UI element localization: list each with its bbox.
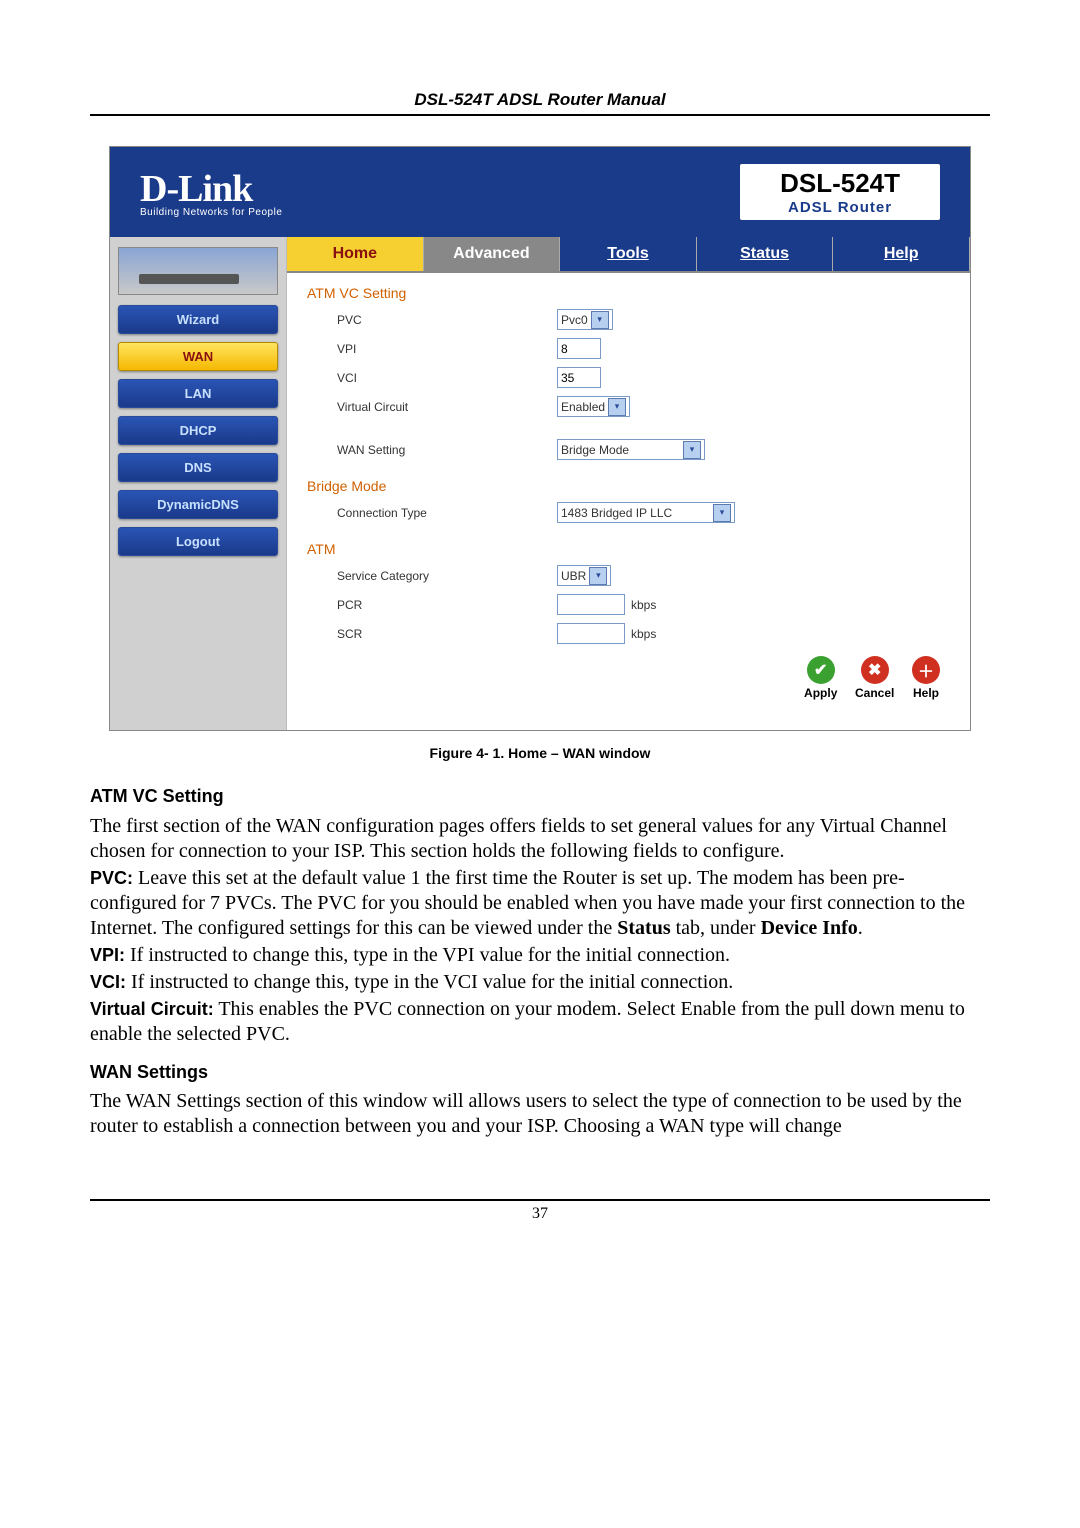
text: If instructed to change this, type in th… (125, 944, 730, 966)
text: This enables the PVC connection on your … (90, 998, 965, 1045)
sidebar-item-dynamicdns[interactable]: DynamicDNS (118, 490, 278, 519)
vpi-label: VPI (337, 342, 557, 356)
action-bar: ✔ Apply ✖ Cancel ＋ Help (287, 652, 970, 710)
paragraph: PVC: Leave this set at the default value… (90, 866, 990, 941)
sidebar-item-logout[interactable]: Logout (118, 527, 278, 556)
wan-setting-select[interactable]: Bridge Mode ▾ (557, 439, 705, 460)
pcr-unit: kbps (631, 598, 656, 612)
service-category-select[interactable]: UBR ▾ (557, 565, 611, 586)
virtual-circuit-select[interactable]: Enabled ▾ (557, 396, 630, 417)
virtual-circuit-value: Enabled (561, 400, 605, 414)
apply-label: Apply (804, 686, 837, 700)
document-header: DSL-524T ADSL Router Manual (90, 90, 990, 116)
pcr-input[interactable] (557, 594, 625, 615)
sidebar-item-dhcp[interactable]: DHCP (118, 416, 278, 445)
dlink-logo: D-Link (140, 167, 282, 211)
sidebar: Wizard WAN LAN DHCP DNS DynamicDNS Logou… (110, 237, 286, 730)
status-term: Status (617, 917, 670, 939)
text: tab, under (671, 917, 761, 939)
scr-label: SCR (337, 627, 557, 641)
document-body: ATM VC Setting The first section of the … (90, 785, 990, 1139)
content-panel: Home Advanced Tools Status Help ATM VC S… (286, 237, 970, 730)
pvc-label: PVC (337, 313, 557, 327)
cancel-button[interactable]: ✖ Cancel (855, 656, 894, 700)
brand-tagline: Building Networks for People (140, 207, 282, 218)
device-image (118, 247, 278, 295)
vci-label: VCI (337, 371, 557, 385)
plus-icon: ＋ (912, 656, 940, 684)
scr-input[interactable] (557, 623, 625, 644)
sidebar-item-dns[interactable]: DNS (118, 453, 278, 482)
chevron-down-icon: ▾ (589, 567, 607, 585)
connection-type-label: Connection Type (337, 506, 557, 520)
page-footer: 37 (90, 1199, 990, 1223)
paragraph: The first section of the WAN configurati… (90, 814, 990, 864)
pcr-label: PCR (337, 598, 557, 612)
help-label: Help (913, 686, 939, 700)
paragraph: VCI: If instructed to change this, type … (90, 970, 990, 995)
chevron-down-icon: ▾ (683, 441, 701, 459)
chevron-down-icon: ▾ (591, 311, 609, 329)
tab-home[interactable]: Home (287, 237, 424, 271)
connection-type-select[interactable]: 1483 Bridged IP LLC ▾ (557, 502, 735, 523)
sidebar-item-lan[interactable]: LAN (118, 379, 278, 408)
figure-caption: Figure 4- 1. Home – WAN window (90, 745, 990, 761)
connection-type-value: 1483 Bridged IP LLC (561, 506, 672, 520)
router-admin-screenshot: D-Link Building Networks for People DSL-… (109, 146, 971, 731)
cancel-label: Cancel (855, 686, 894, 700)
model-badge: DSL-524T ADSL Router (740, 164, 940, 220)
heading-wan-settings: WAN Settings (90, 1061, 990, 1084)
pvc-term: PVC: (90, 868, 133, 888)
vpi-input[interactable] (557, 338, 601, 359)
check-icon: ✔ (807, 656, 835, 684)
vpi-term: VPI: (90, 945, 125, 965)
sidebar-item-wizard[interactable]: Wizard (118, 305, 278, 334)
help-button[interactable]: ＋ Help (912, 656, 940, 700)
vci-input[interactable] (557, 367, 601, 388)
apply-button[interactable]: ✔ Apply (804, 656, 837, 700)
section-atm-title: ATM (307, 541, 950, 557)
brand-bar: D-Link Building Networks for People DSL-… (110, 147, 970, 237)
tab-help[interactable]: Help (833, 237, 970, 271)
scr-unit: kbps (631, 627, 656, 641)
wan-setting-value: Bridge Mode (561, 443, 629, 457)
paragraph: VPI: If instructed to change this, type … (90, 943, 990, 968)
paragraph: Virtual Circuit: This enables the PVC co… (90, 997, 990, 1047)
text: . (858, 917, 863, 939)
tab-advanced[interactable]: Advanced (424, 237, 561, 271)
text: If instructed to change this, type in th… (126, 971, 733, 993)
tab-tools[interactable]: Tools (560, 237, 697, 271)
section-bridge-title: Bridge Mode (307, 478, 950, 494)
tab-status[interactable]: Status (697, 237, 834, 271)
wan-setting-label: WAN Setting (337, 443, 557, 457)
sidebar-item-wan[interactable]: WAN (118, 342, 278, 371)
section-atm-vc-title: ATM VC Setting (307, 285, 950, 301)
service-category-value: UBR (561, 569, 586, 583)
chevron-down-icon: ▾ (608, 398, 626, 416)
page-number: 37 (532, 1205, 548, 1222)
vci-term: VCI: (90, 972, 126, 992)
model-name: DSL-524T (780, 168, 900, 199)
close-icon: ✖ (861, 656, 889, 684)
device-info-term: Device Info (761, 917, 858, 939)
pvc-select[interactable]: Pvc0 ▾ (557, 309, 613, 330)
virtual-circuit-label: Virtual Circuit (337, 400, 557, 414)
model-sub: ADSL Router (780, 199, 900, 216)
chevron-down-icon: ▾ (713, 504, 731, 522)
tab-bar: Home Advanced Tools Status Help (287, 237, 970, 273)
pvc-value: Pvc0 (561, 313, 588, 327)
paragraph: The WAN Settings section of this window … (90, 1089, 990, 1139)
virtual-circuit-term: Virtual Circuit: (90, 999, 214, 1019)
service-category-label: Service Category (337, 569, 557, 583)
heading-atm-vc: ATM VC Setting (90, 785, 990, 808)
